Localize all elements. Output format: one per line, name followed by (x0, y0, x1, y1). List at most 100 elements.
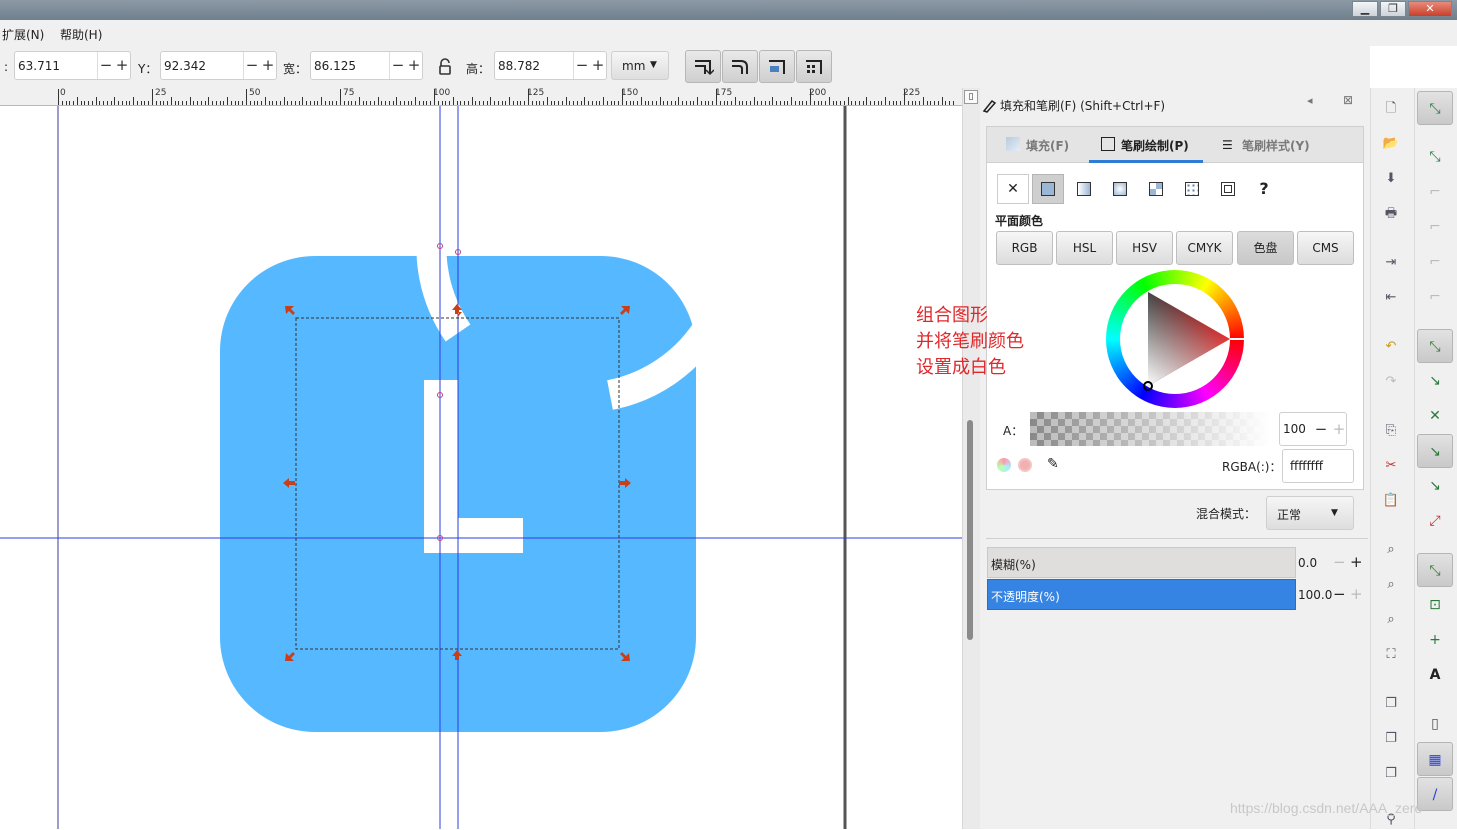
dock-title: 填充和笔刷(F) (Shift+Ctrl+F) (1000, 99, 1166, 113)
save-document-icon[interactable]: ⬇ (1381, 169, 1401, 189)
alpha-label: A： (1003, 424, 1024, 438)
import-icon[interactable]: ⇥ (1381, 253, 1401, 273)
logo-d-overlay (0, 0, 962, 829)
mode-wheel-button[interactable]: 色盘 (1237, 231, 1294, 265)
snap-nodes-icon[interactable]: ⤡ (1417, 329, 1453, 363)
mesh-gradient-button[interactable] (1140, 174, 1172, 204)
rgba-label: RGBA(:)： (1222, 460, 1282, 474)
snap-object-center-icon[interactable]: ⊡ (1417, 588, 1453, 622)
rgba-field[interactable]: ffffffff (1282, 449, 1354, 483)
pattern-icon (1185, 182, 1199, 196)
snap-toggle-icon[interactable]: ⤡ (1417, 91, 1453, 125)
alpha-minus-button[interactable]: − (1314, 420, 1328, 438)
snap-page-border-icon[interactable]: ▯ (1417, 707, 1453, 741)
flat-color-icon (1041, 182, 1055, 196)
snap-bbox-icon[interactable]: ⤡ (1417, 140, 1453, 174)
fill-tab-icon (1006, 137, 1020, 151)
blur-slider[interactable]: 模糊(%) (987, 547, 1296, 578)
scroll-up-icon[interactable]: ▯ (964, 90, 978, 104)
mode-hsv-button[interactable]: HSV (1116, 231, 1173, 265)
alpha-field[interactable]: 100 − + (1279, 412, 1347, 446)
mode-hsl-button[interactable]: HSL (1056, 231, 1113, 265)
tab-stroke-style[interactable]: 笔刷样式(Y) (1242, 137, 1310, 154)
zoom-page-width-icon[interactable]: ⛶ (1381, 645, 1401, 665)
swatch-icon (1221, 182, 1235, 196)
scroll-thumb[interactable] (967, 420, 973, 640)
new-document-icon[interactable]: 🗋 (1381, 99, 1401, 119)
zoom-page-icon[interactable]: ⌕ (1381, 610, 1401, 630)
snap-bbox-corner-icon[interactable]: ⌐ (1417, 210, 1453, 244)
undo-icon[interactable]: ↶ (1381, 337, 1401, 357)
annotation-text: 组合图形 并将笔刷颜色 设置成白色 (916, 303, 1024, 381)
zoom-drawing-icon[interactable]: ⌕ (1381, 575, 1401, 595)
blur-value[interactable]: 0.0 (1298, 556, 1317, 570)
snap-intersection-icon[interactable]: ✕ (1417, 399, 1453, 433)
snap-cusp-icon[interactable]: ↘ (1417, 434, 1453, 468)
out-of-gamut-icon (1018, 458, 1032, 472)
blur-minus-button[interactable]: − (1333, 553, 1346, 571)
eyedropper-icon[interactable]: ✎ (1047, 456, 1059, 472)
opacity-minus-button[interactable]: − (1333, 585, 1346, 603)
linear-gradient-button[interactable] (1068, 174, 1100, 204)
active-tab-indicator (1089, 160, 1203, 163)
copy-icon[interactable]: ⎘ (1381, 421, 1401, 441)
snap-bbox-center-icon[interactable]: ⌐ (1417, 280, 1453, 314)
blur-plus-button[interactable]: + (1350, 553, 1363, 571)
snap-guides-icon[interactable]: / (1417, 777, 1453, 811)
opacity-slider[interactable]: 不透明度(%) (987, 579, 1296, 610)
swatch-button[interactable] (1212, 174, 1244, 204)
annotation-line: 并将笔刷颜色 (916, 331, 1024, 352)
snap-smooth-icon[interactable]: ↘ (1417, 469, 1453, 503)
annotation-line: 设置成白色 (916, 357, 1006, 378)
color-triangle[interactable] (1106, 270, 1244, 408)
mode-rgb-button[interactable]: RGB (996, 231, 1053, 265)
flat-color-label: 平面颜色 (995, 214, 1044, 228)
unlink-clone-icon[interactable]: ❐ (1381, 764, 1401, 784)
blend-value: 正常 (1277, 508, 1302, 522)
stroke-style-tab-icon: ☰ (1222, 138, 1233, 152)
dock-close-icon[interactable]: ⊠ (1343, 93, 1353, 107)
close-button[interactable]: ✕ (1408, 1, 1452, 17)
flat-color-button[interactable] (1032, 174, 1064, 204)
mesh-gradient-icon (1149, 182, 1163, 196)
opacity-plus-button[interactable]: + (1350, 585, 1363, 603)
redo-icon[interactable]: ↷ (1381, 372, 1401, 392)
pattern-button[interactable] (1176, 174, 1208, 204)
radial-gradient-icon (1113, 182, 1127, 196)
alpha-slider[interactable] (1030, 412, 1270, 446)
snap-paths-icon[interactable]: ↘ (1417, 364, 1453, 398)
blend-mode-dropdown[interactable]: 正常 ▼ (1266, 496, 1354, 530)
snap-bbox-midpoint-icon[interactable]: ⌐ (1417, 245, 1453, 279)
minimize-button[interactable]: ▁ (1352, 1, 1378, 17)
snap-text-baseline-icon[interactable]: A (1417, 658, 1453, 692)
alpha-plus-button[interactable]: + (1332, 420, 1346, 438)
snap-bbox-edge-icon[interactable]: ⌐ (1417, 175, 1453, 209)
color-managed-icon (997, 458, 1011, 472)
print-icon[interactable]: 🖶 (1381, 204, 1401, 224)
linear-gradient-icon (1077, 182, 1091, 196)
no-paint-button[interactable]: ✕ (997, 174, 1029, 204)
zoom-selection-icon[interactable]: ⌕ (1381, 540, 1401, 560)
duplicate-icon[interactable]: ❐ (1381, 694, 1401, 714)
opacity-value[interactable]: 100.0 (1298, 588, 1332, 602)
snap-rotation-center-icon[interactable]: + (1417, 623, 1453, 657)
radial-gradient-button[interactable] (1104, 174, 1136, 204)
cut-icon[interactable]: ✂ (1381, 456, 1401, 476)
open-document-icon[interactable]: 📂 (1381, 134, 1401, 154)
stroke-paint-tab-icon (1101, 137, 1115, 151)
export-icon[interactable]: ⇤ (1381, 288, 1401, 308)
dock-iconify-icon[interactable]: ◂ (1307, 94, 1313, 107)
snap-others-icon[interactable]: ⤡ (1417, 553, 1453, 587)
clone-icon[interactable]: ❐ (1381, 729, 1401, 749)
tab-stroke-paint[interactable]: 笔刷绘制(P) (1121, 137, 1189, 154)
snap-grid-icon[interactable]: ▦ (1417, 742, 1453, 776)
snap-midpoint-icon[interactable]: ⤢ (1417, 504, 1453, 538)
blend-label: 混合模式： (1196, 507, 1257, 521)
maximize-button[interactable]: ❐ (1380, 1, 1406, 17)
tab-fill[interactable]: 填充(F) (1026, 137, 1069, 154)
unset-paint-button[interactable]: ? (1248, 174, 1280, 204)
blur-label: 模糊(%) (991, 558, 1036, 572)
paste-icon[interactable]: 📋 (1381, 491, 1401, 511)
mode-cmyk-button[interactable]: CMYK (1176, 231, 1233, 265)
mode-cms-button[interactable]: CMS (1297, 231, 1354, 265)
